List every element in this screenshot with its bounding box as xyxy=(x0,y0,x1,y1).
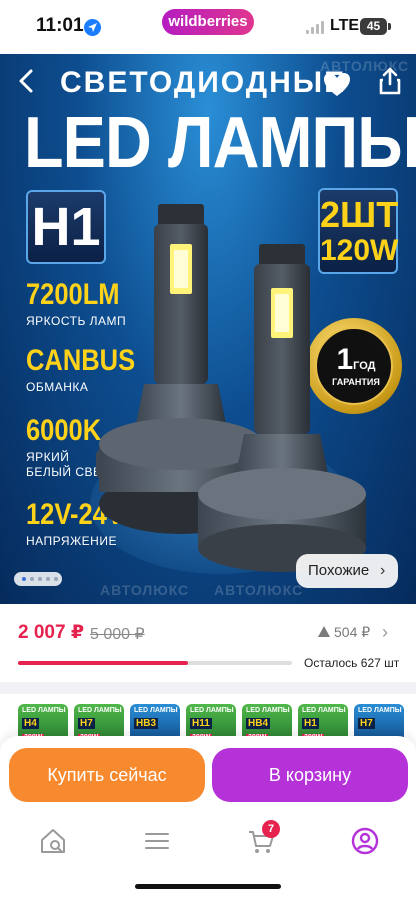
variant-title: LED ЛАМПЫ xyxy=(302,707,346,714)
headline-main: LED ЛАМПЫ xyxy=(24,103,416,183)
home-search-icon[interactable] xyxy=(38,826,68,856)
signal-icon xyxy=(306,20,326,34)
base-type-badge: H1 xyxy=(26,190,106,264)
variant-base: H7 xyxy=(358,718,375,729)
variant-title: LED ЛАМПЫ xyxy=(22,707,66,714)
battery-icon: 45 xyxy=(360,18,387,35)
network-type: LTE xyxy=(330,17,360,34)
current-price: 2 007 ₽ xyxy=(18,622,85,643)
menu-icon[interactable] xyxy=(142,826,172,856)
led-bulbs-illustration xyxy=(96,204,366,572)
variant-base: H11 xyxy=(190,718,212,729)
gallery-dots xyxy=(14,572,62,586)
watermark: АВТОЛЮКС xyxy=(100,582,190,598)
battery-tip xyxy=(388,23,391,30)
tab-bar: 7 xyxy=(0,814,416,900)
location-arrow-icon xyxy=(84,19,101,36)
price-trend-icon xyxy=(318,626,330,637)
variant-title: LED ЛАМПЫ xyxy=(246,707,290,714)
brand-pill[interactable]: wildberries xyxy=(162,9,254,35)
variant-title: LED ЛАМПЫ xyxy=(358,707,402,714)
headline-top: СВЕТОДИОДНЫЕ xyxy=(60,66,347,99)
add-to-cart-button[interactable]: В корзину xyxy=(212,748,408,802)
variant-title: LED ЛАМПЫ xyxy=(134,707,178,714)
variant-base: H4 xyxy=(22,718,39,729)
chevron-right-icon[interactable]: › xyxy=(382,622,388,643)
cart-count-badge: 7 xyxy=(262,820,280,838)
buy-now-button[interactable]: Купить сейчас xyxy=(9,748,205,802)
section-divider xyxy=(0,682,416,694)
variant-base: HB4 xyxy=(246,718,271,729)
similar-button[interactable]: Похожие › xyxy=(296,554,398,588)
variant-title: LED ЛАМПЫ xyxy=(190,707,234,714)
variant-base: HB3 xyxy=(134,718,159,729)
heart-icon[interactable] xyxy=(322,72,352,98)
watermark: АВТОЛЮКС xyxy=(214,582,304,598)
similar-arrow-icon: › xyxy=(380,562,386,579)
status-time: 11:01 xyxy=(36,15,84,36)
profile-icon[interactable] xyxy=(350,826,380,856)
stock-remaining: Осталось 627 шт xyxy=(304,656,400,670)
variant-base: H1 xyxy=(302,718,319,729)
stock-progress-fill xyxy=(18,661,188,665)
variant-base: H7 xyxy=(78,718,95,729)
home-indicator xyxy=(135,884,281,889)
status-bar: 11:01 wildberries LTE 45 xyxy=(0,0,416,54)
variant-title: LED ЛАМПЫ xyxy=(78,707,122,714)
product-screen: 11:01 wildberries LTE 45 АВТОЛЮКС АВТОЛЮ… xyxy=(0,0,416,900)
product-gallery[interactable]: АВТОЛЮКС АВТОЛЮКС АВТОЛЮКС СВЕТОДИОДНЫЕ … xyxy=(0,54,416,604)
action-bar: Купить сейчас В корзину xyxy=(0,736,416,814)
spec-value: 6000K xyxy=(26,414,102,447)
share-icon[interactable] xyxy=(376,66,404,96)
stock-progress-bar xyxy=(18,661,292,665)
old-price: 5 000 ₽ xyxy=(90,626,145,643)
price-trend-value[interactable]: 504 ₽ xyxy=(334,624,370,641)
similar-label: Похожие xyxy=(308,562,370,579)
back-arrow-icon[interactable] xyxy=(14,68,40,94)
stock-row: Осталось 627 шт xyxy=(0,646,416,682)
